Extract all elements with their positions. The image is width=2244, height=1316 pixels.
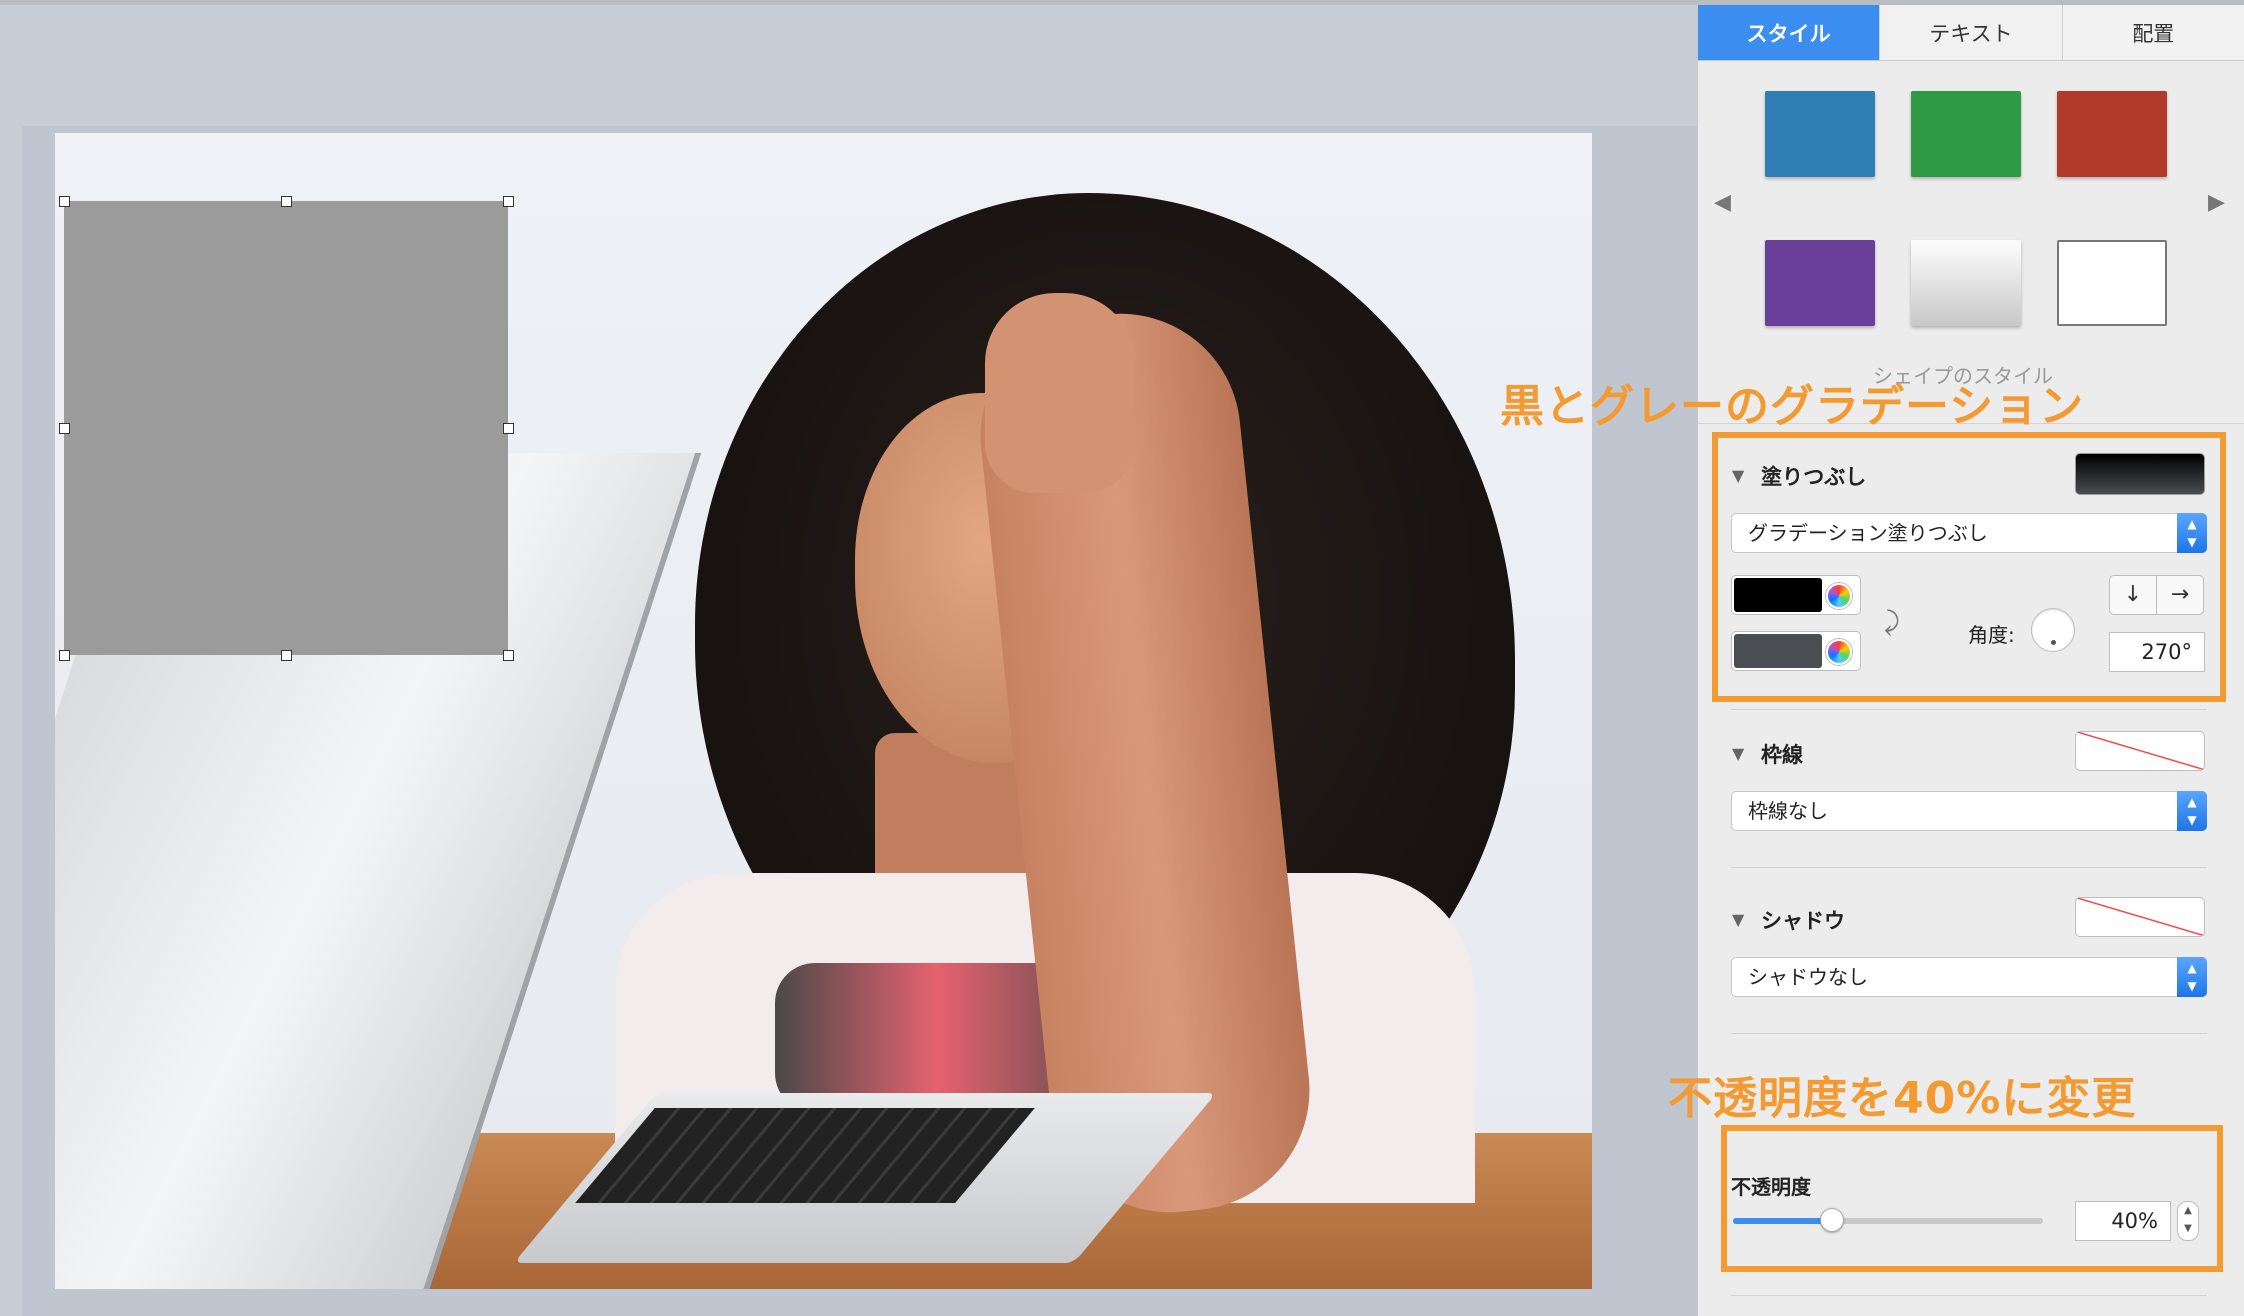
border-type-select[interactable]: 枠線なし ▲ ▼	[1731, 791, 2207, 831]
divider	[1731, 1033, 2207, 1034]
resize-handle-bottom-right[interactable]	[503, 650, 514, 661]
border-type-value: 枠線なし	[1748, 799, 1828, 823]
opacity-callout: 不透明度を40%に変更	[1668, 1073, 2137, 1124]
inspector-tabs: スタイル テキスト 配置	[1698, 5, 2244, 61]
divider	[1731, 709, 2207, 710]
tab-style[interactable]: スタイル	[1698, 5, 1881, 60]
border-disclosure-icon[interactable]: ▼	[1732, 744, 1744, 763]
fill-annotation-box	[1712, 432, 2226, 702]
slide-canvas-area[interactable]	[0, 5, 1697, 1316]
style-swatch-outline[interactable]	[2057, 240, 2167, 326]
selected-rectangle-shape[interactable]	[64, 201, 508, 655]
border-title: 枠線	[1761, 743, 1803, 767]
style-swatch-blue[interactable]	[1765, 91, 1875, 177]
shadow-title: シャドウ	[1761, 909, 1845, 933]
tab-arrange[interactable]: 配置	[2062, 5, 2244, 60]
resize-handle-top-right[interactable]	[503, 196, 514, 207]
style-swatch-red[interactable]	[2057, 91, 2167, 177]
gradient-callout: 黒とグレーのグラデーション	[1500, 381, 2085, 432]
style-swatch-gradient[interactable]	[1911, 240, 2021, 326]
chevron-updown-icon: ▲ ▼	[2177, 791, 2207, 831]
divider	[1731, 867, 2207, 868]
resize-handle-bottom-left[interactable]	[59, 650, 70, 661]
photo-laptop-keyboard	[575, 1108, 1035, 1203]
resize-handle-top[interactable]	[281, 196, 292, 207]
app-window: スタイル テキスト 配置 ◀ ▶ シェイプのスタイル ▼ 塗りつぶし グラデーシ…	[0, 0, 2244, 1316]
swatch-prev-arrow-icon[interactable]: ◀	[1714, 190, 1731, 215]
chevron-updown-icon: ▲ ▼	[2177, 957, 2207, 997]
opacity-annotation-box	[1721, 1125, 2223, 1272]
shadow-type-value: シャドウなし	[1748, 965, 1868, 989]
resize-handle-top-left[interactable]	[59, 196, 70, 207]
swatch-next-arrow-icon[interactable]: ▶	[2208, 190, 2225, 215]
slide[interactable]	[55, 133, 1592, 1289]
resize-handle-right[interactable]	[503, 423, 514, 434]
resize-handle-bottom[interactable]	[281, 650, 292, 661]
divider	[1731, 1295, 2207, 1296]
shadow-disclosure-icon[interactable]: ▼	[1732, 910, 1744, 929]
style-swatch-purple[interactable]	[1765, 240, 1875, 326]
photo-hand	[985, 293, 1135, 493]
resize-handle-left[interactable]	[59, 423, 70, 434]
tab-text[interactable]: テキスト	[1880, 5, 2063, 60]
shadow-type-select[interactable]: シャドウなし ▲ ▼	[1731, 957, 2207, 997]
shadow-color-well[interactable]	[2075, 897, 2205, 937]
style-swatch-green[interactable]	[1911, 91, 2021, 177]
border-color-well[interactable]	[2075, 731, 2205, 771]
